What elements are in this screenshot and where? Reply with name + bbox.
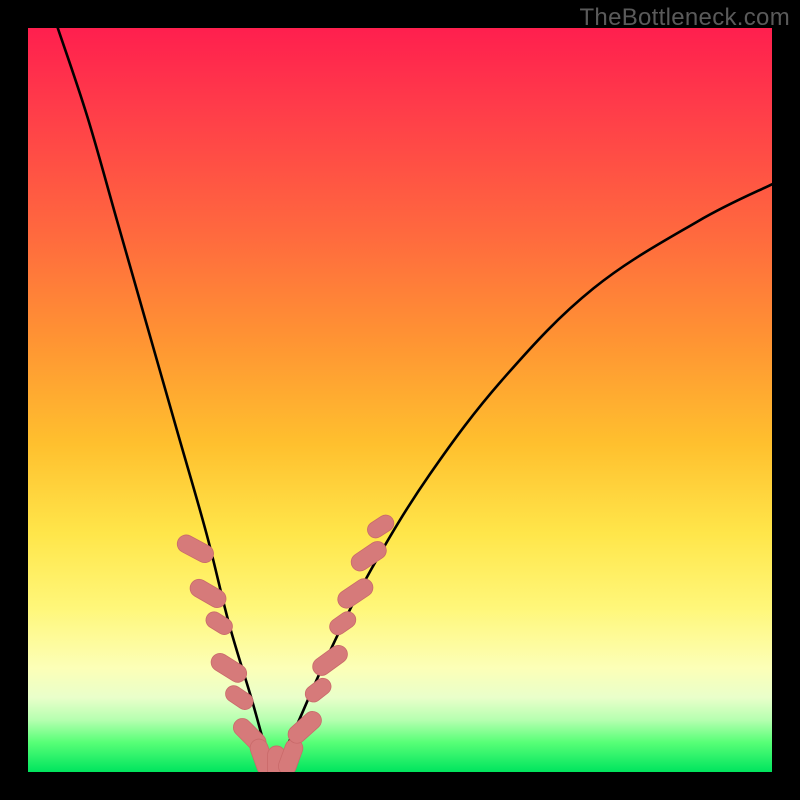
frame-background: TheBottleneck.com <box>0 0 800 800</box>
curve-marker <box>208 650 250 686</box>
marker-group <box>174 512 397 772</box>
curve-marker <box>222 682 256 712</box>
plot-area <box>28 28 772 772</box>
curve-marker <box>326 608 359 638</box>
chart-svg <box>28 28 772 772</box>
curve-marker <box>364 512 397 541</box>
curve-marker <box>187 576 229 611</box>
curve-marker <box>348 538 390 574</box>
curve-marker <box>309 642 351 679</box>
bottleneck-curve <box>58 28 772 765</box>
curve-marker <box>334 575 376 611</box>
curve-marker <box>174 532 217 566</box>
